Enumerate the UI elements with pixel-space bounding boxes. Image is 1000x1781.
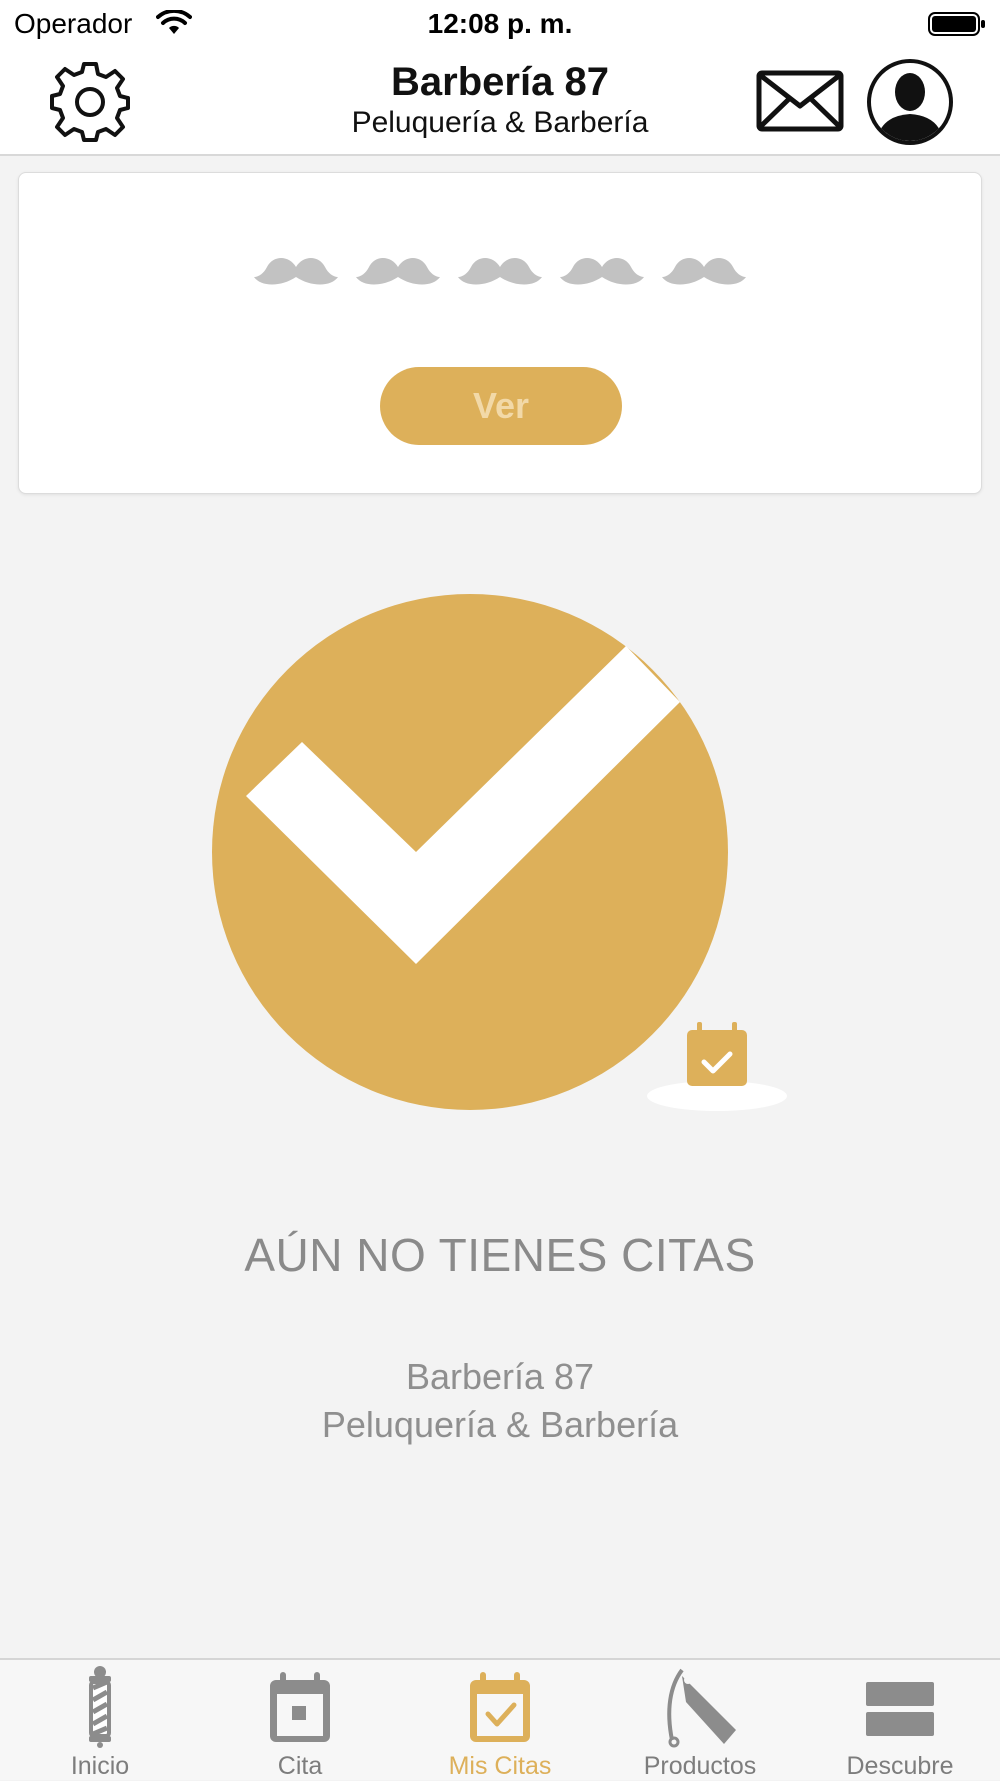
- mustache-icon[interactable]: [559, 253, 645, 287]
- list-icon: [866, 1682, 934, 1736]
- empty-state-title: AÚN NO TIENES CITAS: [244, 1229, 756, 1281]
- tab-mis-citas[interactable]: Mis Citas: [400, 1660, 600, 1780]
- mustache-icon[interactable]: [661, 253, 747, 287]
- mail-icon[interactable]: [756, 70, 844, 132]
- tab-label: Inicio: [70, 1752, 130, 1780]
- rating-card: Ver: [18, 172, 982, 494]
- status-bar: Operador 12:08 p. m.: [0, 0, 1000, 52]
- tab-descubre[interactable]: Descubre: [800, 1660, 1000, 1780]
- tab-label: Productos: [643, 1752, 757, 1780]
- mustache-icon[interactable]: [457, 253, 543, 287]
- avatar-icon[interactable]: [866, 58, 954, 146]
- calendar-icon: [270, 1672, 330, 1742]
- clock: 12:08 p. m.: [427, 8, 573, 39]
- barber-pole-icon: [89, 1666, 111, 1748]
- mustache-rating[interactable]: [19, 253, 981, 287]
- razor-icon: [667, 1668, 736, 1748]
- tab-productos[interactable]: Productos: [600, 1660, 800, 1780]
- calendar-check-icon: [687, 1022, 747, 1086]
- empty-state-business-subtitle: Peluquería & Barbería: [321, 1404, 679, 1445]
- mustache-icon[interactable]: [253, 253, 339, 287]
- app-header: Barbería 87 Peluquería & Barbería: [0, 52, 1000, 156]
- tab-cita[interactable]: Cita: [200, 1660, 400, 1780]
- ver-button[interactable]: Ver: [380, 367, 622, 445]
- mustache-icon[interactable]: [355, 253, 441, 287]
- business-subtitle: Peluquería & Barbería: [351, 106, 649, 139]
- tab-label: Cita: [277, 1752, 323, 1780]
- tab-bar: Inicio Cita Mis Citas Productos Descubre: [0, 1658, 1000, 1780]
- calendar-check-icon: [470, 1672, 530, 1742]
- check-circle-illustration: [212, 594, 787, 1111]
- business-title: Barbería 87: [391, 60, 609, 104]
- tab-label: Descubre: [846, 1752, 954, 1780]
- tab-inicio[interactable]: Inicio: [0, 1660, 200, 1780]
- tab-label: Mis Citas: [448, 1752, 552, 1780]
- empty-state-business-name: Barbería 87: [405, 1356, 595, 1397]
- battery-icon: [928, 12, 985, 36]
